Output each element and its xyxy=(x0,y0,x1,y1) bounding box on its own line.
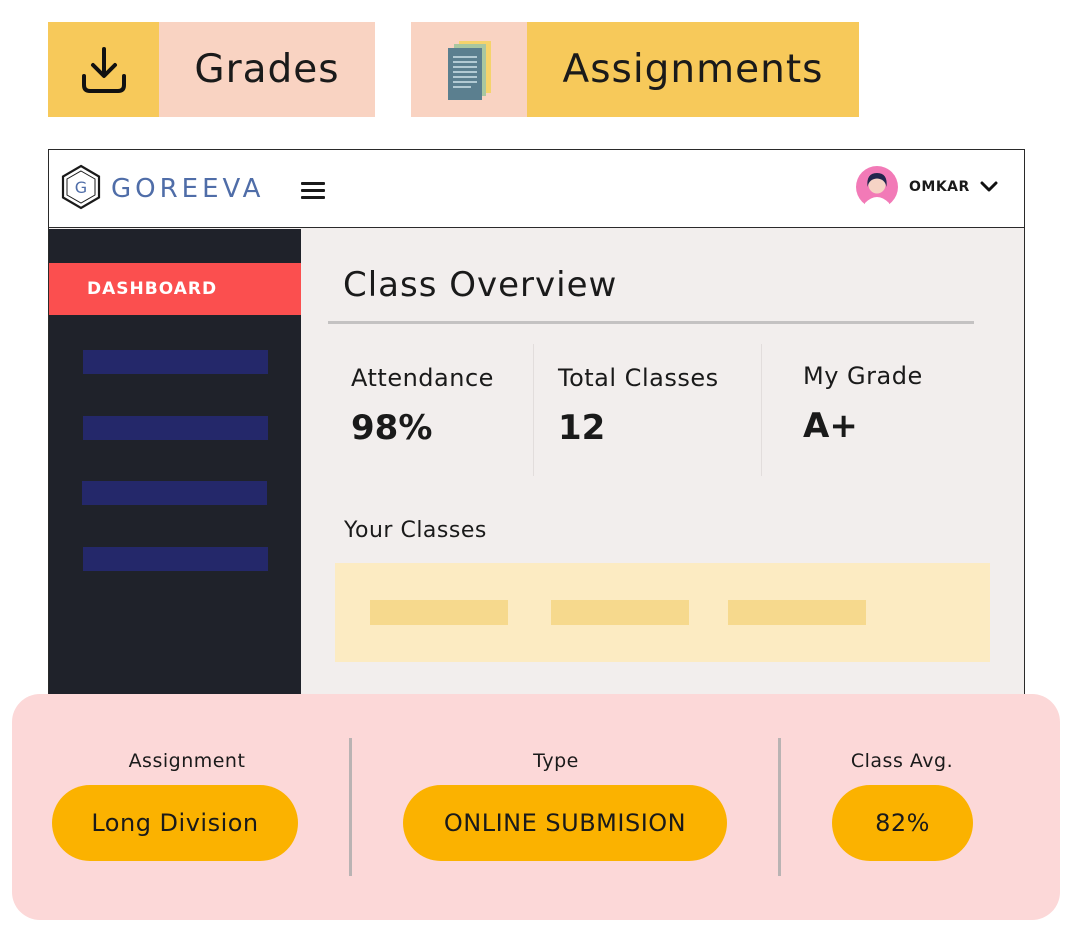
stat-label: My Grade xyxy=(803,362,923,390)
stat-label: Attendance xyxy=(351,364,494,392)
sidebar-item-placeholder[interactable] xyxy=(83,547,268,571)
grades-card[interactable]: Grades xyxy=(48,22,375,117)
type-pill[interactable]: ONLINE SUBMISION xyxy=(403,785,727,861)
assignment-label: Assignment xyxy=(128,750,246,772)
grades-label: Grades xyxy=(159,22,375,117)
download-icon xyxy=(81,46,126,93)
your-classes-heading: Your Classes xyxy=(344,518,487,543)
assignment-name-pill[interactable]: Long Division xyxy=(52,785,298,861)
top-bar: G GOREEVA OMKAR xyxy=(49,150,1024,228)
stat-total-classes: Total Classes 12 xyxy=(558,364,719,448)
class-chip[interactable] xyxy=(370,600,508,625)
class-chip[interactable] xyxy=(551,600,689,625)
stat-value: 12 xyxy=(558,408,606,448)
page-title: Class Overview xyxy=(343,265,618,305)
stat-value: A+ xyxy=(803,406,858,446)
type-label: Type xyxy=(533,750,579,772)
sidebar: DASHBOARD xyxy=(49,229,301,710)
column-divider xyxy=(778,738,781,876)
document-stack-icon xyxy=(448,40,491,100)
assignments-icon-cell xyxy=(411,22,527,117)
grades-icon-cell xyxy=(48,22,159,117)
user-name: OMKAR xyxy=(909,179,970,195)
classes-panel xyxy=(335,563,990,662)
stat-my-grade: My Grade A+ xyxy=(803,362,923,446)
sidebar-item-placeholder[interactable] xyxy=(82,481,267,505)
sidebar-item-dashboard[interactable]: DASHBOARD xyxy=(49,263,301,315)
hamburger-menu-icon[interactable] xyxy=(301,182,325,200)
assignment-panel: Assignment Long Division Type ONLINE SUB… xyxy=(12,694,1060,920)
user-menu[interactable]: OMKAR xyxy=(855,165,998,209)
logo-letter: G xyxy=(75,178,87,197)
stat-attendance: Attendance 98% xyxy=(351,364,494,448)
main-content: Class Overview Attendance 98% Total Clas… xyxy=(301,229,1024,710)
class-chip[interactable] xyxy=(728,600,866,625)
stat-divider xyxy=(761,344,762,476)
sidebar-item-placeholder[interactable] xyxy=(83,350,268,374)
stat-divider xyxy=(533,344,534,476)
column-divider xyxy=(349,738,352,876)
sidebar-item-placeholder[interactable] xyxy=(83,416,268,440)
stat-label: Total Classes xyxy=(558,364,719,392)
avatar xyxy=(856,166,898,209)
assignments-label: Assignments xyxy=(527,22,859,117)
class-avg-label: Class Avg. xyxy=(850,750,954,772)
title-divider xyxy=(328,321,974,324)
chevron-down-icon[interactable] xyxy=(980,181,998,193)
stat-value: 98% xyxy=(351,408,433,448)
app-window: G GOREEVA OMKAR DASHBOARD Class Overview xyxy=(48,149,1025,710)
class-avg-pill[interactable]: 82% xyxy=(832,785,973,861)
hexagon-logo-icon[interactable]: G xyxy=(60,164,102,210)
assignments-card[interactable]: Assignments xyxy=(411,22,859,117)
brand-name[interactable]: GOREEVA xyxy=(111,174,264,204)
